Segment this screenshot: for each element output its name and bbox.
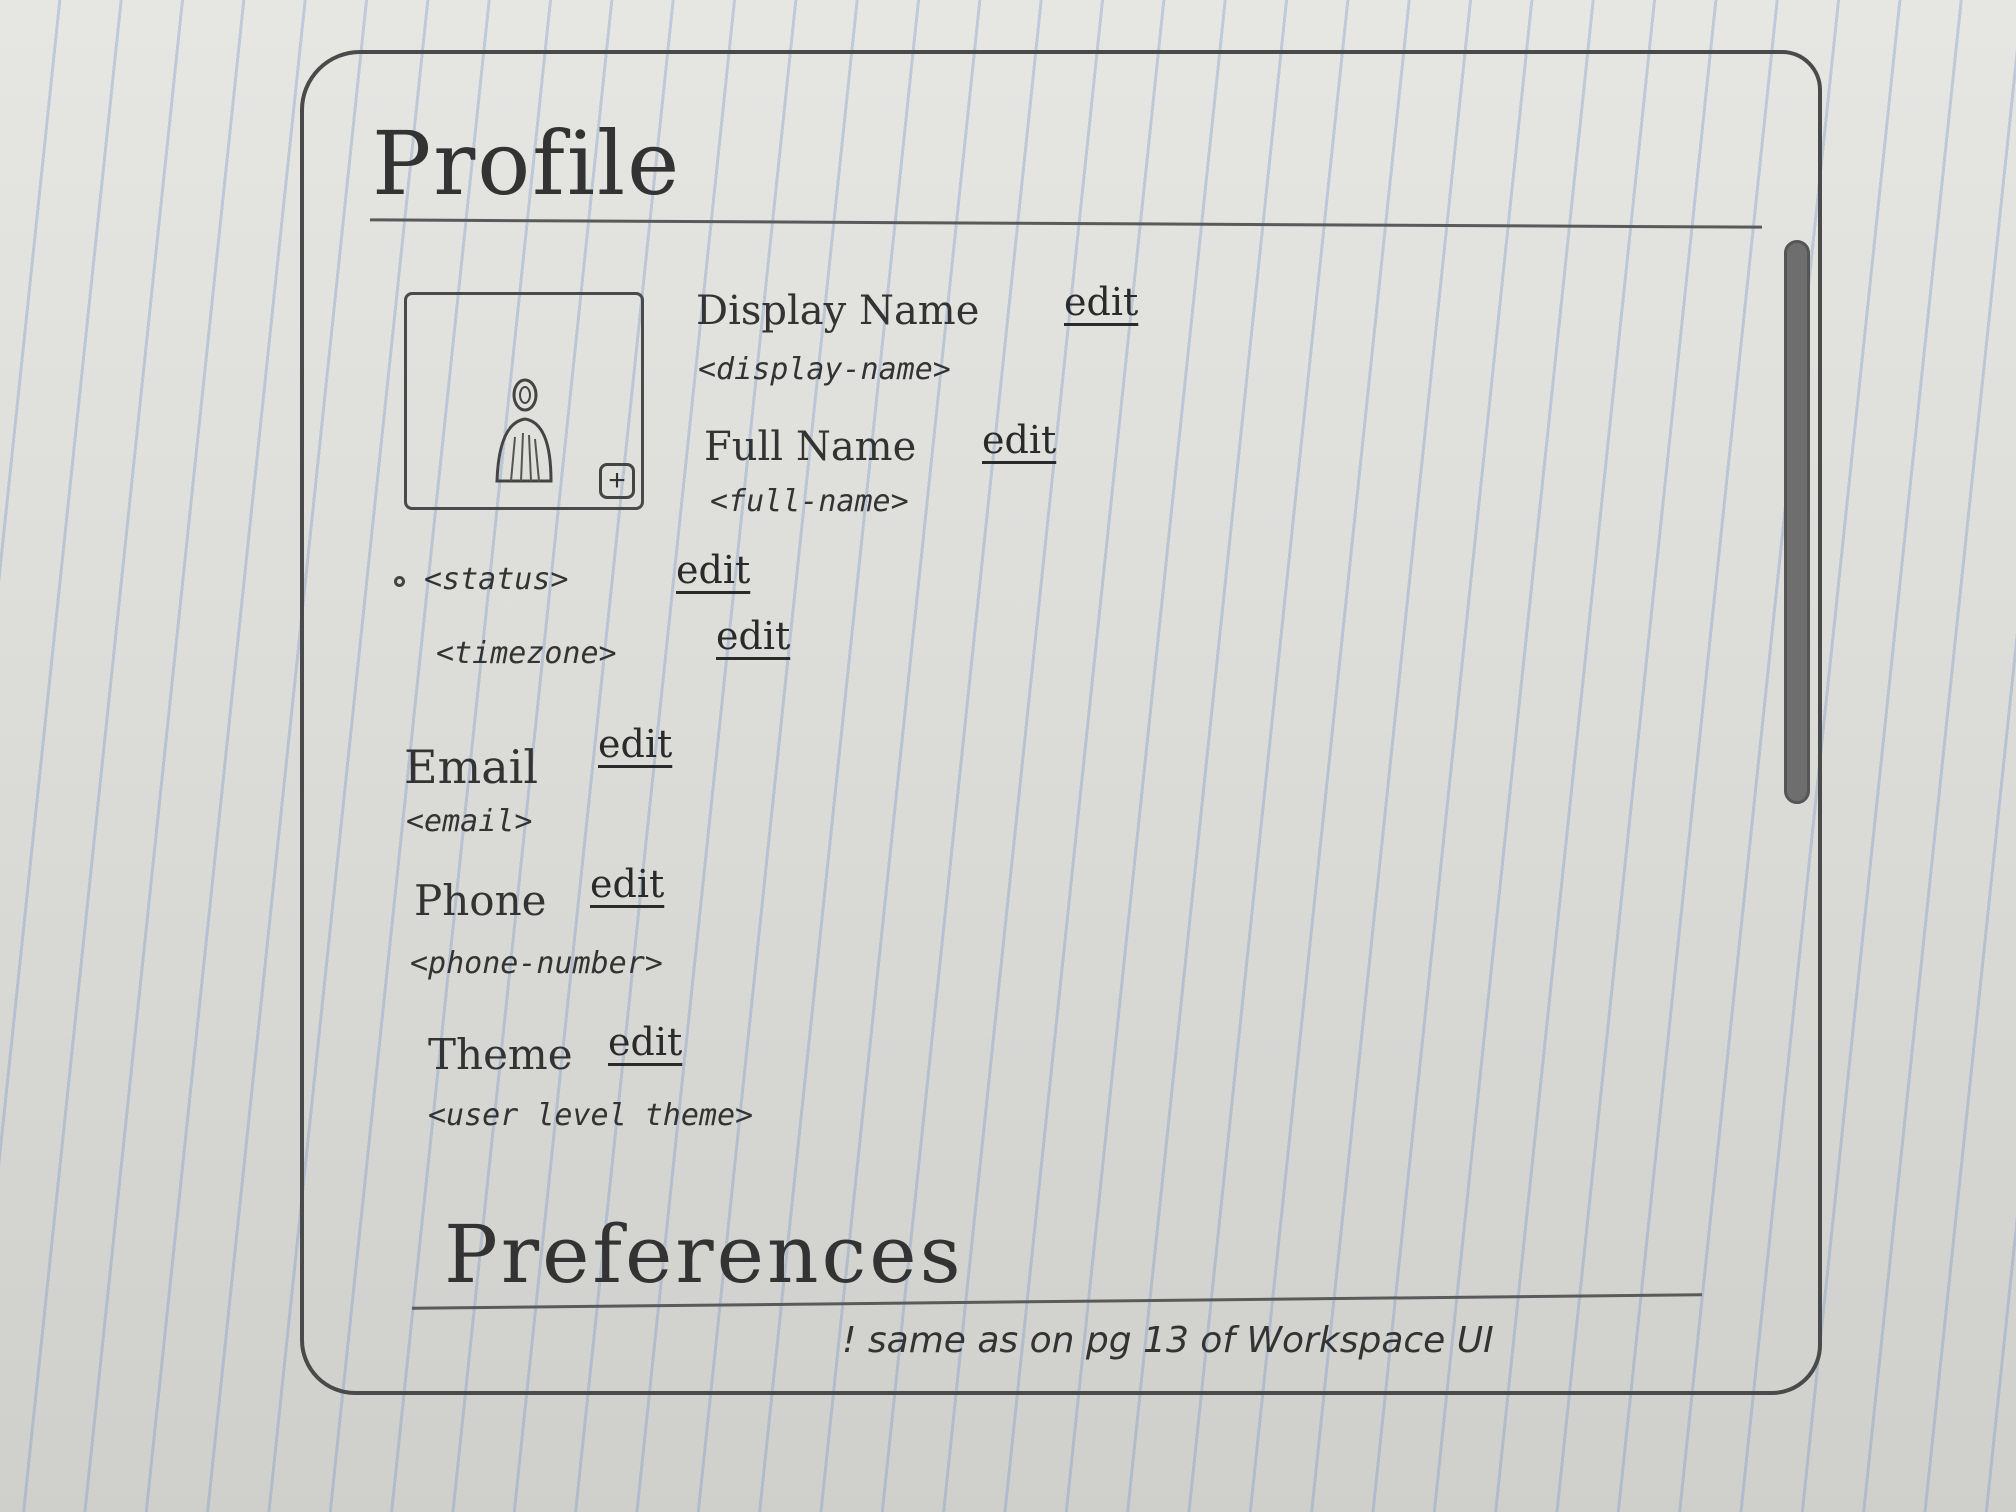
page-title: Profile (372, 112, 682, 215)
preferences-note: ! same as on pg 13 of Workspace UI (842, 1320, 1494, 1361)
display-name-value: <display-name> (698, 352, 951, 387)
phone-edit-link[interactable]: edit (590, 862, 664, 906)
status-value: <status> (424, 562, 569, 597)
email-value: <email> (406, 804, 533, 839)
theme-value: <user level theme> (428, 1098, 754, 1133)
full-name-label: Full Name (704, 424, 917, 470)
status-indicator (394, 576, 405, 587)
status-edit-link[interactable]: edit (676, 548, 750, 592)
person-icon (495, 378, 553, 483)
profile-window (300, 50, 1822, 1395)
timezone-value: <timezone> (436, 636, 617, 671)
avatar-frame: + (404, 292, 644, 510)
email-label: Email (404, 740, 539, 794)
full-name-edit-link[interactable]: edit (982, 418, 1056, 462)
add-photo-button[interactable]: + (599, 463, 635, 499)
timezone-edit-link[interactable]: edit (716, 614, 790, 658)
email-edit-link[interactable]: edit (598, 722, 672, 766)
display-name-label: Display Name (696, 288, 980, 334)
phone-value: <phone-number> (410, 946, 663, 981)
theme-edit-link[interactable]: edit (608, 1020, 682, 1064)
phone-label: Phone (414, 876, 547, 925)
full-name-value: <full-name> (710, 484, 909, 519)
theme-label: Theme (428, 1030, 573, 1079)
scrollbar[interactable] (1784, 240, 1810, 804)
display-name-edit-link[interactable]: edit (1064, 280, 1138, 324)
preferences-title: Preferences (444, 1208, 964, 1301)
